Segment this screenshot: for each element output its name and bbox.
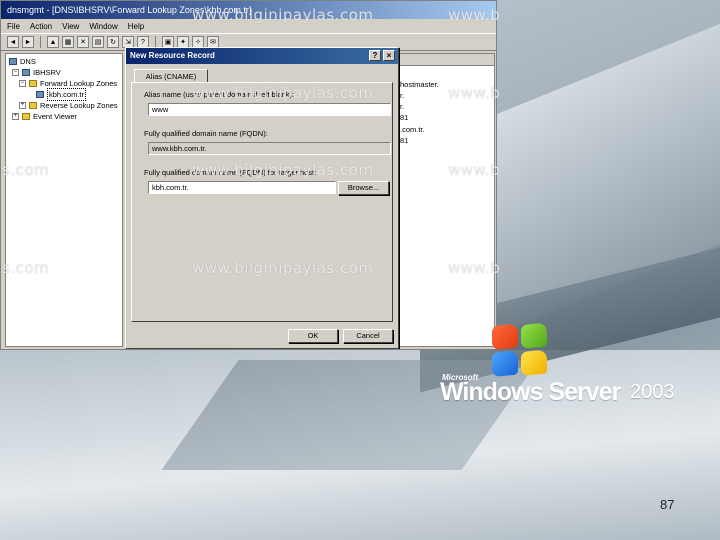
tree-item-zone[interactable]: kbh.com.tr: [9, 88, 119, 101]
dialog-title-bar: New Resource Record ? ×: [126, 48, 398, 64]
background-shape: [470, 0, 720, 345]
folder-icon: [29, 80, 37, 87]
slide-page-number: 87: [660, 497, 675, 512]
server-icon: [22, 69, 30, 76]
record-data-fragment: r.: [400, 102, 405, 111]
dns-management-window: dnsmgmt - [DNS\IBHSRV\Forward Lookup Zon…: [0, 0, 497, 350]
menu-action[interactable]: Action: [30, 22, 52, 31]
record-data-fragment: 81: [400, 136, 409, 145]
tab-panel: Alias name (uses parent domain if left b…: [131, 82, 393, 322]
cancel-button[interactable]: Cancel: [343, 329, 393, 343]
target-host-input[interactable]: kbh.com.tr.: [148, 181, 336, 194]
back-icon[interactable]: ◄: [7, 36, 19, 48]
tree-item-event-viewer[interactable]: + Event Viewer: [9, 111, 119, 122]
tree-label: Event Viewer: [33, 112, 78, 121]
expand-icon[interactable]: +: [19, 102, 26, 109]
target-host-label: Fully qualified domain name (FQDN) for t…: [144, 168, 317, 177]
background-shape: [161, 360, 539, 470]
console-tree: DNS − IBHSRV − Forward Lookup Zones kbh.…: [5, 53, 123, 347]
record-data-fragment: r.: [400, 91, 405, 100]
alias-name-label: Alias name (uses parent domain if left b…: [144, 90, 295, 99]
zone-icon: [36, 91, 44, 98]
product-name: Windows Server: [440, 378, 621, 406]
browse-button[interactable]: Browse...: [338, 181, 389, 195]
tree-item-dns[interactable]: DNS: [9, 56, 119, 67]
tree-label: Reverse Lookup Zones: [40, 101, 118, 110]
window-title: dnsmgmt - [DNS\IBHSRV\Forward Lookup Zon…: [1, 1, 496, 19]
menu-window[interactable]: Window: [89, 22, 117, 31]
fqdn-field: www.kbh.com.tr.: [148, 142, 391, 155]
new-resource-record-dialog: New Resource Record ? × Alias (CNAME) Al…: [125, 47, 399, 349]
help-button[interactable]: ?: [369, 50, 381, 61]
collapse-icon[interactable]: −: [12, 69, 19, 76]
toolbar-separator: [40, 36, 41, 48]
up-icon[interactable]: ▲: [47, 36, 59, 48]
dialog-title: New Resource Record: [130, 51, 215, 60]
menu-bar: File Action View Window Help: [1, 19, 496, 33]
refresh-icon[interactable]: ↻: [107, 36, 119, 48]
tree-item-reverse-zones[interactable]: + Reverse Lookup Zones: [9, 100, 119, 111]
collapse-icon[interactable]: −: [19, 80, 26, 87]
tab-alias-cname[interactable]: Alias (CNAME): [134, 69, 208, 83]
record-data-fragment: hostmaster.: [400, 80, 439, 89]
fqdn-label: Fully qualified domain name (FQDN):: [144, 129, 268, 138]
properties-icon[interactable]: ▤: [92, 36, 104, 48]
product-version: 2003: [630, 381, 675, 403]
record-data-fragment: 81: [400, 113, 409, 122]
folder-icon: [29, 102, 37, 109]
windows-flag-icon: [492, 320, 552, 382]
menu-help[interactable]: Help: [128, 22, 144, 31]
menu-view[interactable]: View: [62, 22, 79, 31]
tree-item-server[interactable]: − IBHSRV: [9, 67, 119, 78]
alias-name-input[interactable]: www: [148, 103, 391, 116]
tree-label: DNS: [20, 57, 36, 66]
delete-icon[interactable]: ✕: [77, 36, 89, 48]
menu-file[interactable]: File: [7, 22, 20, 31]
dns-icon: [9, 58, 17, 65]
tree-label: IBHSRV: [33, 68, 61, 77]
close-button[interactable]: ×: [383, 50, 395, 61]
event-viewer-icon: [22, 113, 30, 120]
forward-icon[interactable]: ►: [22, 36, 34, 48]
expand-icon[interactable]: +: [12, 113, 19, 120]
ok-button[interactable]: OK: [288, 329, 338, 343]
record-data-fragment: .com.tr.: [400, 125, 425, 134]
show-tree-icon[interactable]: ▦: [62, 36, 74, 48]
